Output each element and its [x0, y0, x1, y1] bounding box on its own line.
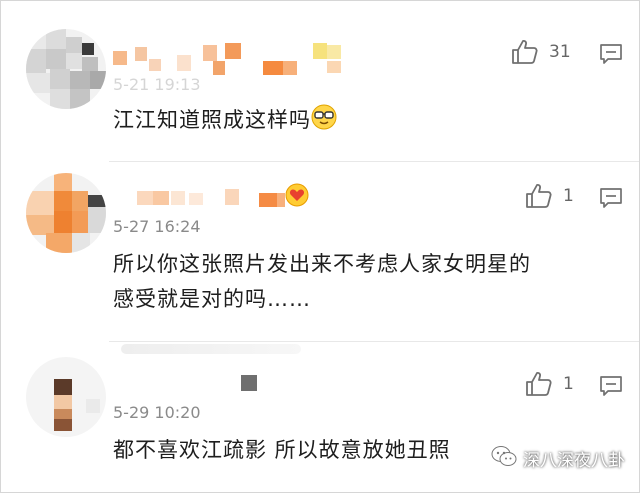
- username-mosaic[interactable]: [113, 41, 353, 77]
- comment-text-line: 感受就是对的吗……: [113, 287, 311, 311]
- comment-timestamp: 5-29 10:20: [113, 403, 201, 422]
- comment-text: 江江知道照成这样吗: [113, 103, 337, 141]
- reply-button[interactable]: [599, 43, 623, 65]
- comment-divider: [109, 341, 639, 342]
- thumbs-up-icon: [526, 372, 552, 396]
- like-count: 1: [563, 374, 574, 394]
- comments-panel: 5-21 19:13 江江知道照成这样吗 31 5-27 16:24 所以你这张…: [0, 0, 640, 493]
- comment-text-line: 所以你这张照片发出来不考虑人家女明星的: [113, 252, 531, 276]
- comment-text-content: 江江知道照成这样吗: [113, 108, 311, 132]
- watermark: 深八深夜八卦: [491, 445, 625, 472]
- thumbs-up-icon: [512, 40, 538, 64]
- comment-text: 所以你这张照片发出来不考虑人家女明星的 感受就是对的吗……: [113, 247, 531, 317]
- comment-bubble-icon: [600, 376, 622, 396]
- comment-bubble-icon: [600, 44, 622, 64]
- username-mosaic[interactable]: [113, 181, 313, 211]
- pixelated-username: [241, 375, 257, 391]
- like-button[interactable]: 1: [525, 183, 574, 209]
- comment-item: 5-27 16:24 所以你这张照片发出来不考虑人家女明星的 感受就是对的吗………: [1, 161, 639, 341]
- heart-fan-badge-icon: [285, 183, 309, 211]
- pixelated-username: [113, 43, 341, 75]
- comment-bubble-icon: [600, 188, 622, 208]
- like-count: 1: [563, 186, 574, 206]
- comment-text: 都不喜欢江疏影 所以故意放她丑照: [113, 438, 451, 462]
- pixelated-avatar-image: [26, 29, 106, 109]
- username-mosaic[interactable]: [113, 371, 273, 401]
- pixelated-avatar-image: [26, 357, 106, 437]
- reply-button[interactable]: [599, 375, 623, 397]
- comment-timestamp: 5-21 19:13: [113, 75, 201, 94]
- wechat-icon: [491, 445, 517, 472]
- avatar[interactable]: [26, 29, 106, 109]
- nerd-glasses-emoji-icon: [311, 104, 337, 141]
- like-button[interactable]: 1: [525, 371, 574, 397]
- pixelated-avatar-image: [26, 173, 106, 253]
- like-button[interactable]: 31: [511, 39, 571, 65]
- avatar[interactable]: [26, 173, 106, 253]
- avatar[interactable]: [26, 357, 106, 437]
- like-count: 31: [549, 42, 571, 62]
- thumbs-up-icon: [526, 184, 552, 208]
- pixelated-username: [137, 189, 285, 207]
- reply-button[interactable]: [599, 187, 623, 209]
- comment-timestamp: 5-27 16:24: [113, 217, 201, 236]
- comment-item: 5-21 19:13 江江知道照成这样吗 31: [1, 1, 639, 161]
- watermark-text: 深八深夜八卦: [523, 451, 625, 471]
